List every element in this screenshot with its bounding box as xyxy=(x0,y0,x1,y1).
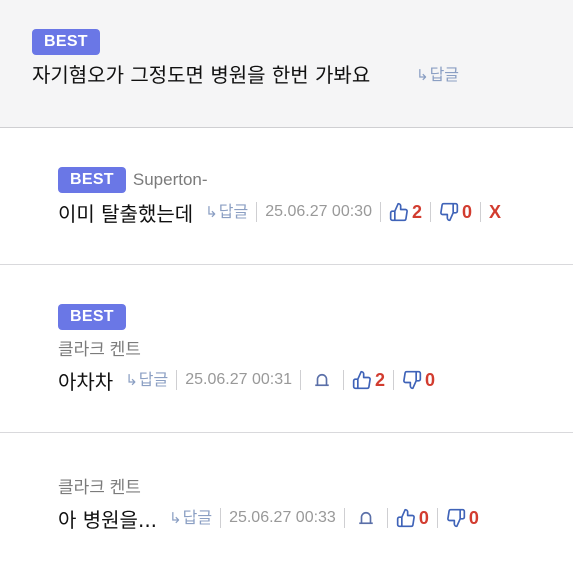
comment-item: BEST Superton- 이미 탈출했는데 ↳ 답글 25.06.27 00… xyxy=(0,128,573,265)
bell-icon xyxy=(359,511,373,525)
comment-author[interactable]: 클라크 켄트 xyxy=(58,473,141,498)
comment-text: 아차차 xyxy=(58,369,114,394)
comment-item: BEST 클라크 켄트 아차차 ↳ 답글 25.06.27 00:31 2 0 xyxy=(0,265,573,433)
comment-header: 클라크 켄트 xyxy=(58,473,141,498)
thumbs-down-icon xyxy=(446,508,466,528)
comment-body: 아 병원을... ↳ 답글 25.06.27 00:33 0 0 xyxy=(58,503,479,533)
divider xyxy=(386,508,388,528)
thumbs-up-icon xyxy=(389,202,408,222)
reply-button[interactable]: ↳ 답글 xyxy=(205,201,248,223)
thumbs-down-icon xyxy=(440,202,459,222)
like-button[interactable]: 0 xyxy=(396,508,429,529)
divider xyxy=(343,508,345,528)
like-button[interactable]: 2 xyxy=(389,202,422,223)
like-count: 0 xyxy=(418,507,429,528)
reply-button[interactable]: ↳ 답글 xyxy=(169,507,212,529)
report-button[interactable] xyxy=(357,509,375,527)
reply-label: 답글 xyxy=(138,370,169,389)
comment-author[interactable]: 클라크 켄트 xyxy=(58,335,141,360)
divider xyxy=(436,508,438,528)
reply-arrow-icon: ↳ xyxy=(416,66,429,84)
divider xyxy=(176,370,178,390)
divider xyxy=(220,508,222,528)
bell-icon xyxy=(315,373,329,387)
comment-author[interactable]: Superton- xyxy=(133,170,208,190)
comment-body: 아차차 ↳ 답글 25.06.27 00:31 2 0 xyxy=(58,365,435,395)
thumbs-down-icon xyxy=(403,370,422,390)
reply-arrow-icon: ↳ xyxy=(205,203,218,221)
reply-arrow-icon: ↳ xyxy=(169,509,182,527)
divider xyxy=(393,370,395,390)
reply-button[interactable]: ↳ 답글 xyxy=(125,369,168,391)
dislike-button[interactable]: 0 xyxy=(446,508,479,529)
thumbs-up-icon xyxy=(352,370,371,390)
parent-comment: BEST 자기혐오가 그정도면 병원을 한번 가봐요 ↳ 답글 xyxy=(0,0,573,128)
comment-date: 25.06.27 00:33 xyxy=(229,509,336,526)
delete-button[interactable]: X xyxy=(489,202,501,223)
divider xyxy=(256,202,258,222)
report-button[interactable] xyxy=(313,371,331,389)
comment-header: BEST Superton- xyxy=(58,167,208,193)
like-button[interactable]: 2 xyxy=(352,370,385,391)
dislike-count: 0 xyxy=(425,369,436,390)
best-badge: BEST xyxy=(58,167,126,193)
best-badge: BEST xyxy=(58,304,126,330)
like-count: 2 xyxy=(375,369,386,390)
comment-text: 이미 탈출했는데 xyxy=(58,201,194,226)
divider xyxy=(379,202,381,222)
comment-date: 25.06.27 00:31 xyxy=(185,371,292,388)
reply-label: 답글 xyxy=(429,65,460,84)
best-badge: BEST xyxy=(32,29,100,55)
comment-item: 클라크 켄트 아 병원을... ↳ 답글 25.06.27 00:33 0 0 xyxy=(0,433,573,564)
dislike-button[interactable]: 0 xyxy=(402,370,435,391)
dislike-button[interactable]: 0 xyxy=(439,202,472,223)
reply-label: 답글 xyxy=(218,202,249,221)
divider xyxy=(480,202,481,222)
dislike-count: 0 xyxy=(468,507,479,528)
divider xyxy=(343,370,344,390)
comment-header-author: 클라크 켄트 xyxy=(58,335,141,360)
divider xyxy=(300,370,301,390)
comment-header: BEST xyxy=(58,304,126,330)
dislike-count: 0 xyxy=(461,201,472,222)
reply-arrow-icon: ↳ xyxy=(125,371,138,389)
comment-text: 자기혐오가 그정도면 병원을 한번 가봐요 xyxy=(32,63,371,87)
comment-body: 이미 탈출했는데 ↳ 답글 25.06.27 00:30 2 0 X xyxy=(58,197,501,227)
thumbs-up-icon xyxy=(396,508,415,528)
divider xyxy=(429,202,431,222)
reply-button[interactable]: ↳ 답글 xyxy=(416,64,459,86)
comment-date: 25.06.27 00:30 xyxy=(265,203,372,220)
comment-text: 아 병원을... xyxy=(58,507,158,532)
reply-label: 답글 xyxy=(182,508,213,527)
like-count: 2 xyxy=(411,201,422,222)
